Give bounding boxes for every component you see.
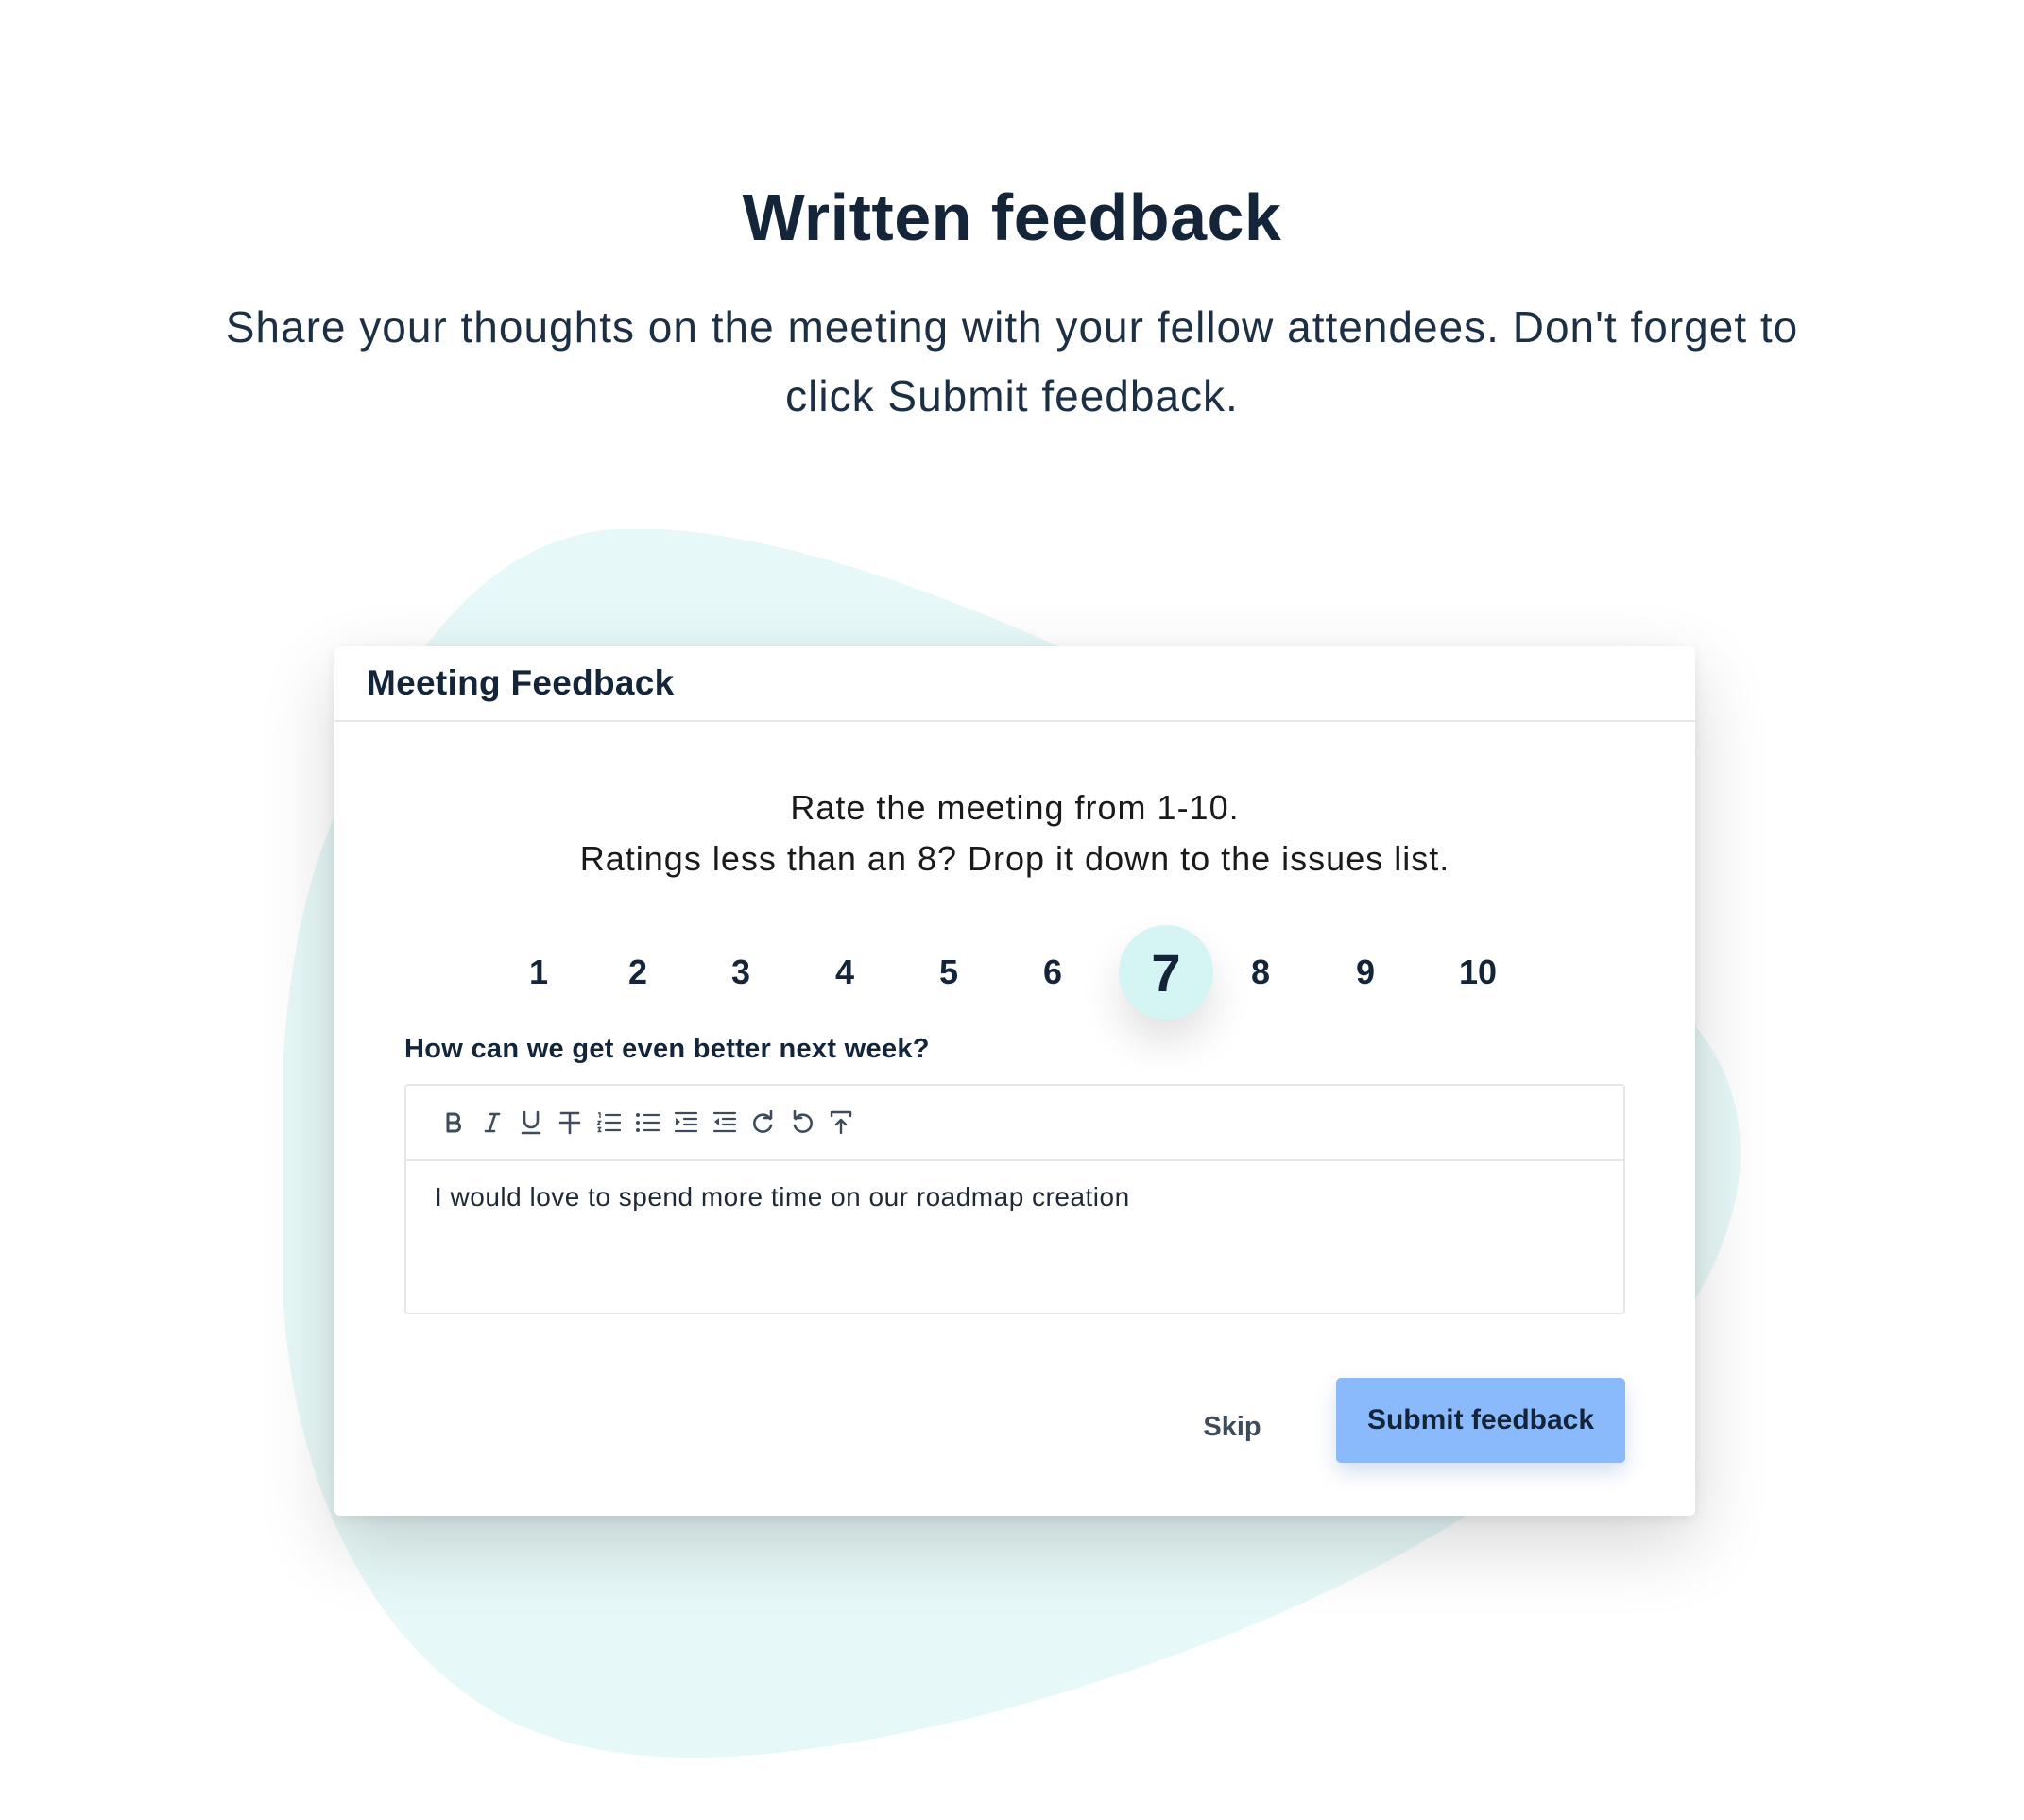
rating-option-4[interactable]: 4 (798, 925, 892, 1020)
feedback-question: How can we get even better next week? (404, 1034, 930, 1064)
page-subtitle: Share your thoughts on the meeting with … (225, 302, 1799, 421)
submit-feedback-button[interactable]: Submit feedback (1336, 1378, 1625, 1463)
rating-instruction-detail: Ratings less than an 8? Drop it down to … (579, 839, 1450, 878)
underline-icon[interactable] (518, 1108, 544, 1137)
rating-option-5[interactable]: 5 (901, 925, 996, 1020)
rating-instruction: Rate the meeting from 1-10. (790, 788, 1240, 827)
bullet-list-icon[interactable] (634, 1108, 660, 1137)
indent-icon[interactable] (673, 1108, 699, 1137)
dialog-header: Meeting Feedback (334, 646, 1695, 722)
clear-format-icon[interactable] (828, 1108, 854, 1137)
rating-option-6[interactable]: 6 (1005, 925, 1100, 1020)
rating-option-3[interactable]: 3 (694, 925, 788, 1020)
rating-option-8[interactable]: 8 (1213, 925, 1308, 1020)
outdent-icon[interactable] (712, 1108, 738, 1137)
meeting-feedback-dialog: Meeting Feedback Rate the meeting from 1… (334, 646, 1695, 1516)
strikethrough-icon[interactable] (557, 1108, 583, 1137)
skip-button[interactable]: Skip (1174, 1399, 1291, 1455)
undo-icon[interactable] (789, 1108, 815, 1137)
dialog-title: Meeting Feedback (367, 663, 675, 702)
ordered-list-icon[interactable] (595, 1108, 622, 1137)
rating-option-9[interactable]: 9 (1318, 925, 1413, 1020)
italic-icon[interactable] (479, 1108, 506, 1137)
rating-option-10[interactable]: 10 (1431, 925, 1525, 1020)
rating-option-2[interactable]: 2 (591, 925, 685, 1020)
rating-option-1[interactable]: 1 (491, 925, 586, 1020)
feedback-editor: I would love to spend more time on our r… (404, 1084, 1625, 1314)
bold-icon[interactable] (440, 1108, 467, 1137)
editor-toolbar (406, 1086, 1623, 1161)
page: Written feedback Share your thoughts on … (0, 0, 2024, 1820)
page-title: Written feedback (742, 180, 1282, 254)
rating-option-7[interactable]: 7 (1119, 925, 1213, 1020)
redo-icon[interactable] (750, 1108, 777, 1137)
feedback-textarea[interactable]: I would love to spend more time on our r… (406, 1161, 1623, 1212)
